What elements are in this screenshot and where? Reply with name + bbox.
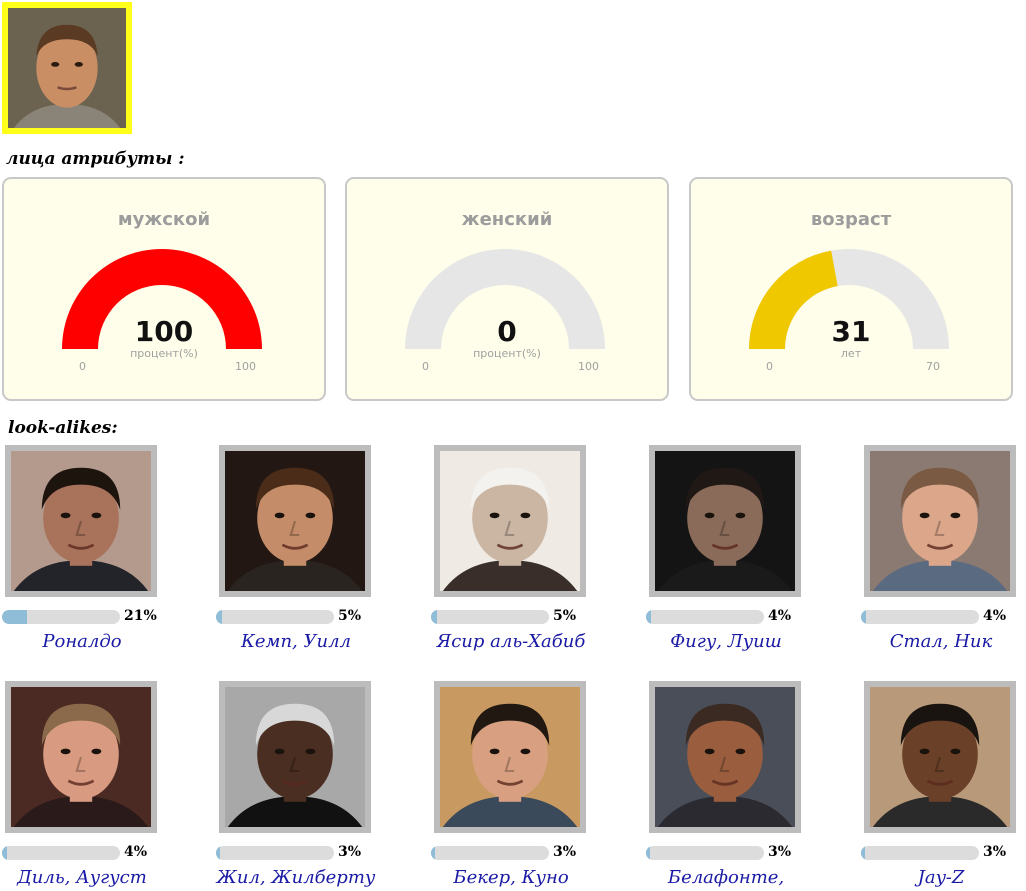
lookalike-face-image [655, 687, 795, 827]
similarity-percent: 3% [338, 844, 362, 860]
gauge-unit: процент(%) [130, 347, 198, 360]
face-attributes-label: лица атрибуты : [6, 149, 185, 169]
gauge-value: 0 [497, 315, 517, 348]
lookalike-photo[interactable] [434, 681, 586, 833]
similarity-bar-fill [646, 846, 650, 860]
gauge-card-female: женский 0 процент(%) 0 100 [345, 177, 669, 401]
gauge-max: 70 [926, 360, 940, 373]
lookalike-photo[interactable] [219, 681, 371, 833]
similarity-bar-fill [216, 610, 222, 624]
similarity-bar-fill [431, 846, 435, 860]
similarity-percent: 5% [553, 608, 577, 624]
lookalike-photo[interactable] [434, 445, 586, 597]
similarity-bar [431, 846, 549, 860]
lookalike-name-link[interactable]: Жил, Жилберту [196, 867, 396, 888]
lookalike-name-link[interactable]: Бекер, Куно [411, 867, 611, 888]
gauge-card-age: возраст 31 лет 0 70 [689, 177, 1013, 401]
similarity-bar-fill [216, 846, 220, 860]
lookalike-face-image [11, 451, 151, 591]
gauge-unit: лет [840, 347, 862, 360]
gauge-max: 100 [578, 360, 599, 373]
lookalike-name-link[interactable]: Ясир аль-Хабиб [411, 631, 611, 652]
similarity-bar-fill [861, 610, 866, 624]
lookalike-name-link[interactable]: Диль, Аугуст [0, 867, 182, 888]
similarity-percent: 4% [983, 608, 1007, 624]
lookalike-photo[interactable] [864, 445, 1016, 597]
look-alikes-label: look-alikes: [8, 418, 118, 438]
similarity-bar [431, 610, 549, 624]
similarity-percent: 3% [553, 844, 577, 860]
lookalike-photo[interactable] [864, 681, 1016, 833]
gauge-max: 100 [235, 360, 256, 373]
lookalike-face-image [870, 687, 1010, 827]
gauge-age-arc [749, 249, 949, 349]
gauge-min: 0 [422, 360, 429, 373]
gauge-value: 31 [831, 315, 871, 348]
lookalike-photo[interactable] [649, 445, 801, 597]
lookalike-name-link[interactable]: Стал, Ник [841, 631, 1026, 652]
lookalike-face-image [440, 687, 580, 827]
similarity-percent: 4% [124, 844, 148, 860]
lookalike-face-image [11, 687, 151, 827]
lookalike-face-image [870, 451, 1010, 591]
similarity-bar-fill [2, 846, 7, 860]
similarity-bar-fill [861, 846, 865, 860]
lookalike-face-image [225, 687, 365, 827]
gauge-min: 0 [79, 360, 86, 373]
lookalike-photo[interactable] [5, 681, 157, 833]
similarity-bar-fill [2, 610, 27, 624]
similarity-percent: 3% [983, 844, 1007, 860]
lookalike-face-image [225, 451, 365, 591]
lookalike-photo[interactable] [219, 445, 371, 597]
similarity-bar [2, 846, 120, 860]
similarity-bar [646, 610, 764, 624]
lookalike-face-image [655, 451, 795, 591]
lookalike-name-link[interactable]: Кемп, Уилл [196, 631, 396, 652]
similarity-bar [2, 610, 120, 624]
lookalike-name-link[interactable]: Jay-Z [841, 867, 1026, 888]
similarity-bar [216, 846, 334, 860]
gauge-female-arc [405, 249, 605, 349]
similarity-bar [646, 846, 764, 860]
gauge-unit: процент(%) [473, 347, 541, 360]
gauge-male-arc [62, 249, 262, 349]
similarity-bar-fill [646, 610, 651, 624]
similarity-percent: 4% [768, 608, 792, 624]
lookalike-photo[interactable] [5, 445, 157, 597]
similarity-percent: 5% [338, 608, 362, 624]
uploaded-face-image [8, 8, 126, 128]
lookalike-name-link[interactable]: Белафонте, [626, 867, 826, 888]
similarity-bar-fill [431, 610, 437, 624]
similarity-bar [861, 846, 979, 860]
lookalike-name-link[interactable]: Фигу, Луиш [626, 631, 826, 652]
gauge-min: 0 [766, 360, 773, 373]
uploaded-photo [2, 2, 132, 134]
lookalike-name-link[interactable]: Роналдо [0, 631, 182, 652]
lookalike-face-image [440, 451, 580, 591]
gauge-value: 100 [134, 315, 194, 348]
similarity-percent: 21% [124, 608, 157, 624]
gauge-card-male: мужской 100 процент(%) 0 100 [2, 177, 326, 401]
similarity-bar [216, 610, 334, 624]
similarity-bar [861, 610, 979, 624]
similarity-percent: 3% [768, 844, 792, 860]
lookalike-photo[interactable] [649, 681, 801, 833]
